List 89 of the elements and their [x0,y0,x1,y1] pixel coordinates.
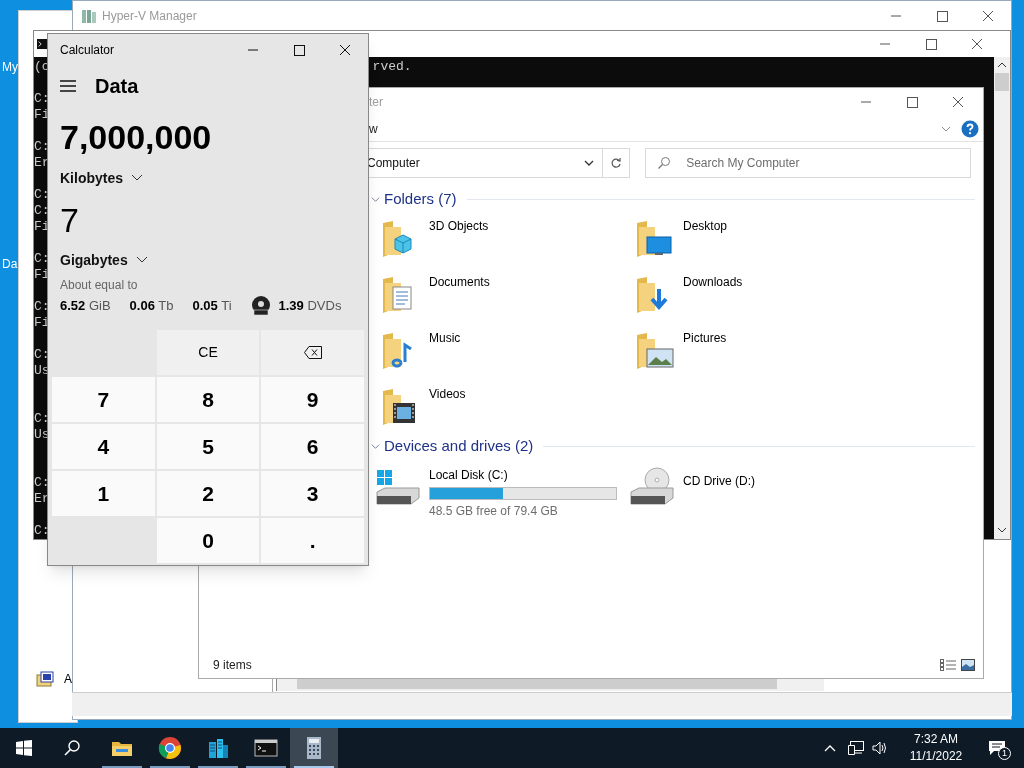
folder-label[interactable]: Documents [429,273,490,291]
cd-drive-icon [629,466,675,506]
digit-button[interactable]: 9 [261,377,364,422]
search-icon [657,156,672,170]
scroll-down-icon[interactable] [997,525,1007,535]
start-icon[interactable] [16,740,32,756]
digit-button[interactable]: 0 [156,518,260,563]
large-icons-view-icon[interactable] [961,659,975,671]
equivalent-value: 0.05 Ti [192,297,232,316]
equivalent-value: 0.06 Tb [129,297,174,316]
unit-dropdown[interactable]: Gigabytes [48,248,148,272]
vertical-scrollbar[interactable] [994,57,1010,539]
chevron-down-icon[interactable] [584,158,595,168]
console-text: C: [34,411,50,427]
console-text: C: [34,187,50,203]
unit-dropdown[interactable]: Kilobytes [48,166,143,190]
server-rack-icon [81,8,97,24]
file-label[interactable]: A [64,670,72,688]
clock[interactable]: 7:32 AM 11/1/2022 [898,731,974,765]
folder-label[interactable]: Videos [429,385,466,403]
digit-button[interactable]: 8 [156,377,260,422]
console-text: Er [34,491,50,507]
digit-button[interactable]: 4 [52,424,155,469]
output-value: 7 [59,200,80,241]
drive-label[interactable]: Local Disk (C:) [429,466,617,484]
input-value[interactable]: 7,000,000 [48,115,368,159]
digit-button[interactable]: 1 [52,471,155,516]
console-text: rved. [372,59,412,75]
disc-icon [250,296,271,316]
server-icon [206,736,230,760]
window-title: Hyper-V Manager [102,8,197,25]
digit-button[interactable]: . [261,518,364,563]
browser-icon [158,736,182,760]
search-icon[interactable] [64,740,80,756]
digit-button[interactable]: 6 [261,424,364,469]
chevron-down-icon [135,256,148,264]
window-title: Calculator [60,42,115,59]
window-title: ter [369,94,383,111]
group-header[interactable]: Folders (7) [384,187,457,211]
folder-label[interactable]: Pictures [683,329,727,347]
console-text: C: [34,347,50,363]
folder-label[interactable]: Desktop [683,217,728,235]
volume-icon[interactable] [872,741,888,755]
address-bar[interactable]: Computer [369,148,604,178]
console-text: C: [34,251,50,267]
group-header[interactable]: Devices and drives (2) [384,434,534,458]
equivalent-value: 6.52 GiB [60,297,111,316]
scroll-up-icon[interactable] [997,60,1007,70]
digit-button[interactable]: 3 [261,471,364,516]
console-text: C: [34,203,50,219]
folder-label[interactable]: 3D Objects [429,217,489,235]
console-text: C: [34,475,50,491]
refresh-icon [610,157,623,169]
chevron-down-icon [131,174,143,182]
console-text: Er [34,155,50,171]
about-label: About equal to [59,277,139,294]
mode-title: Data [95,74,139,99]
pictures-folder-icon [635,331,675,371]
terminal-icon [254,736,278,760]
digit-button[interactable]: 2 [156,471,260,516]
clear-entry-button[interactable]: CE [156,330,260,375]
folder-label[interactable]: Downloads [683,273,743,291]
console-text: C: [34,91,50,107]
refresh-button[interactable] [603,148,631,178]
disc-image-icon[interactable] [36,670,54,688]
terminal-icon [37,39,47,49]
taskbar-app-button[interactable] [290,728,338,768]
console-text: C: [34,299,50,315]
scroll-thumb[interactable] [995,73,1009,91]
console-text: C: [34,139,50,155]
backspace-icon [303,346,322,359]
search-field[interactable]: Search My Computer [645,148,971,178]
digit-button[interactable]: 5 [156,424,260,469]
digit-button[interactable]: 7 [52,377,155,422]
console-text: C: [34,523,50,539]
menu-icon[interactable] [60,80,76,92]
details-view-icon[interactable] [940,659,956,671]
folder-label[interactable]: Music [429,329,461,347]
notification-count: 1 [998,747,1011,760]
desktop-folder-icon [635,219,675,259]
help-icon[interactable] [961,119,979,138]
equivalent-value: 1.39 DVDs [278,297,342,316]
notifications-button[interactable]: 1 [982,736,1012,760]
chevron-up-icon[interactable] [824,744,836,752]
drive-free-space: 48.5 GB free of 79.4 GB [429,503,559,520]
network-icon[interactable] [848,741,864,755]
ribbon-tab[interactable]: w [369,119,378,138]
drive-label[interactable]: CD Drive (D:) [683,472,755,490]
status-text: 9 items [213,657,252,674]
